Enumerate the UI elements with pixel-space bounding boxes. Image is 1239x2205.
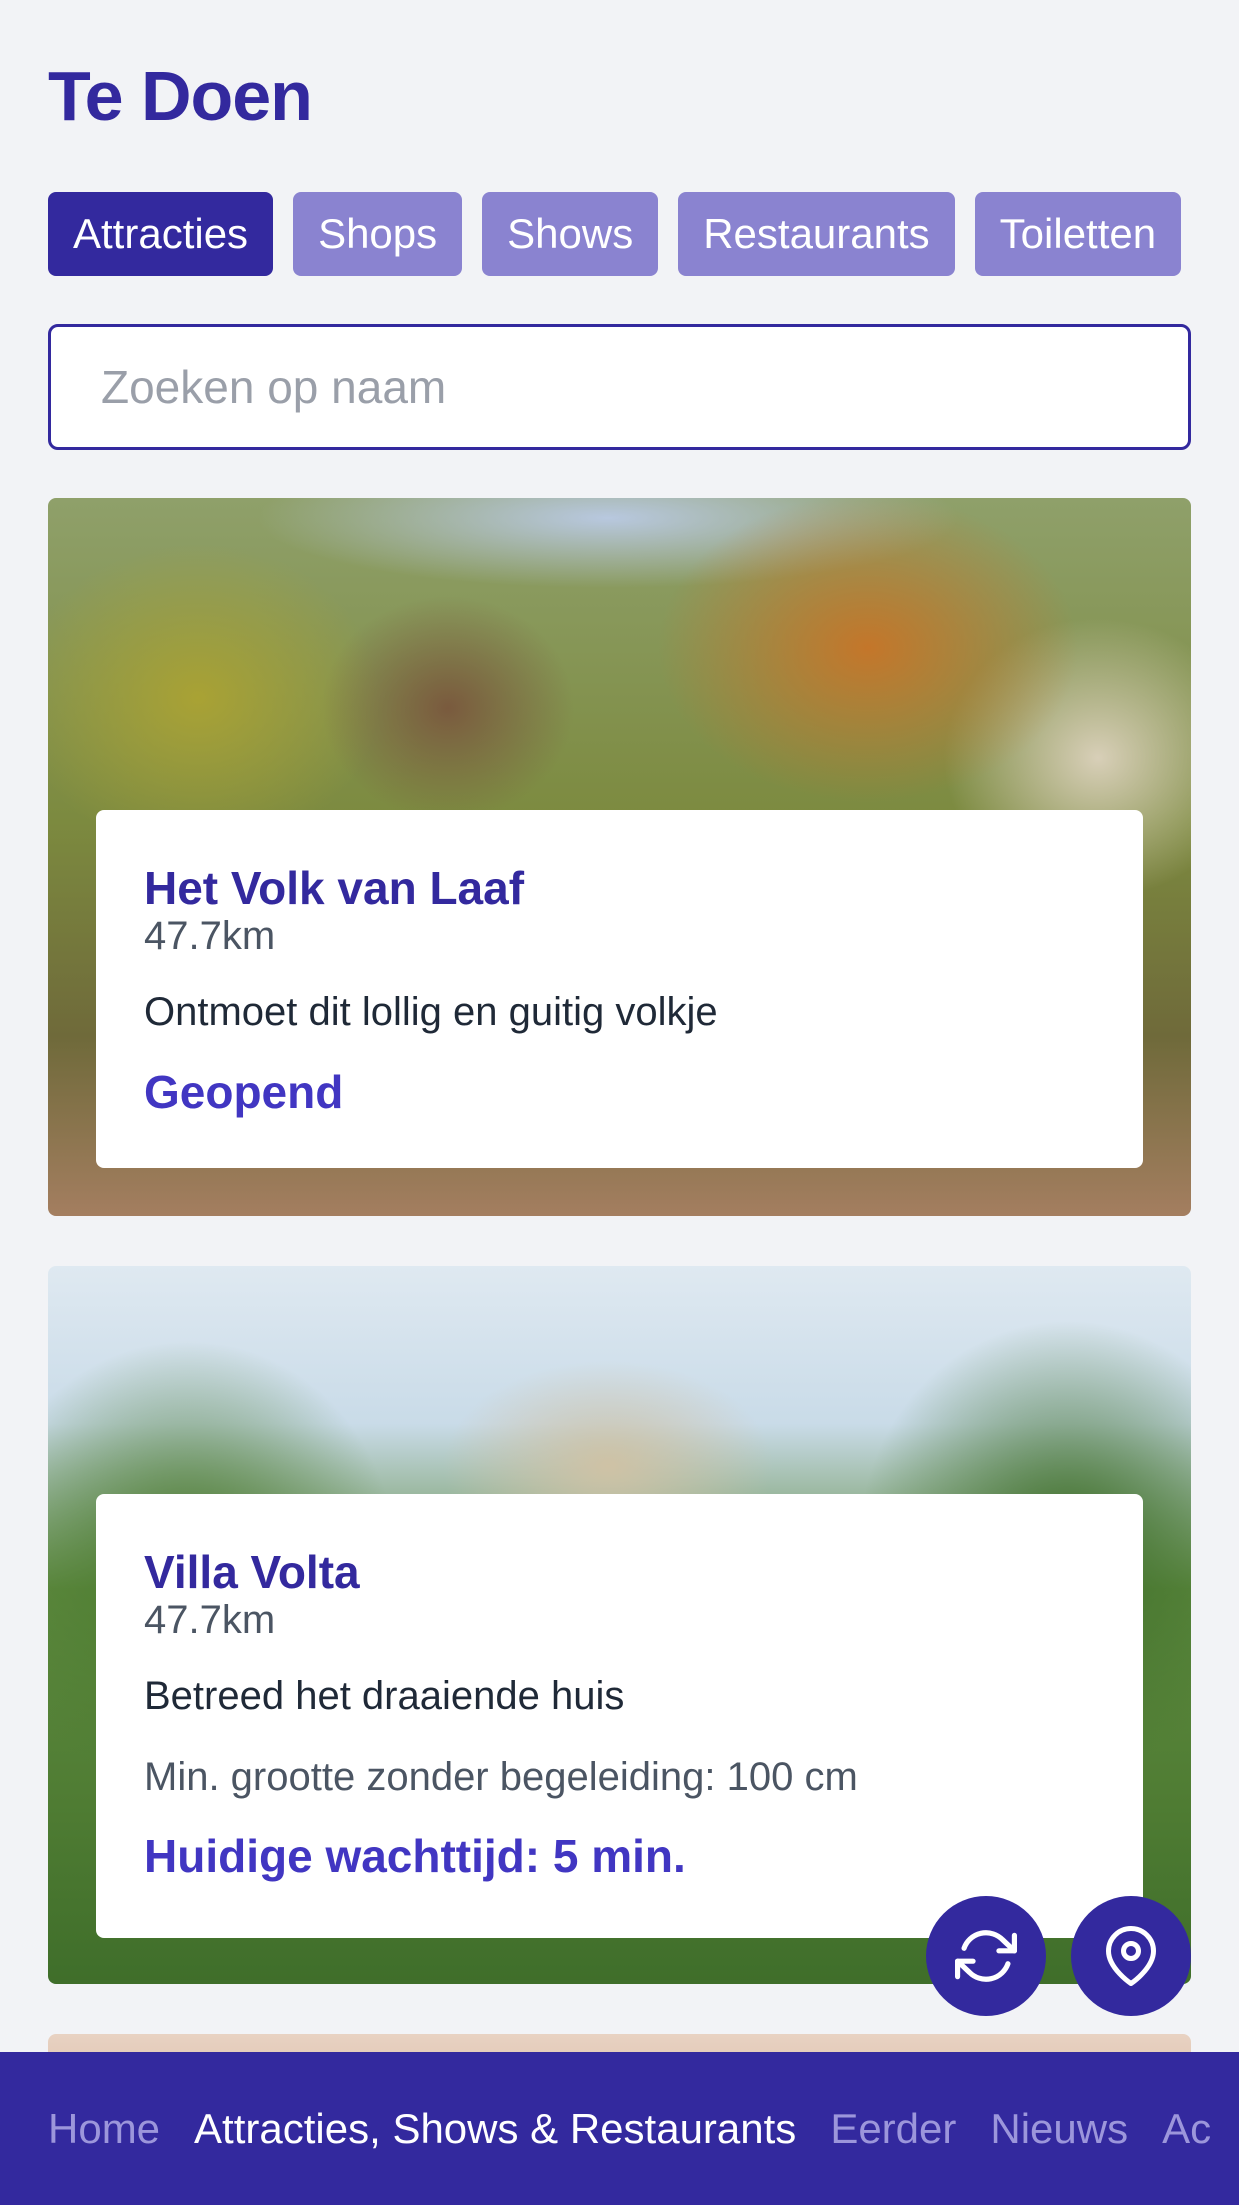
attraction-status: Geopend: [144, 1066, 344, 1118]
tab-toiletten[interactable]: Toiletten: [974, 192, 1182, 276]
attraction-distance: 47.7km: [144, 1598, 276, 1642]
attraction-min-height: Min. grootte zonder begeleiding: 100 cm: [144, 1755, 858, 1799]
attraction-distance: 47.7km: [144, 914, 276, 958]
nav-item-nieuws[interactable]: Nieuws: [990, 2052, 1128, 2205]
attraction-name: Villa Volta: [144, 1546, 360, 1598]
tab-shows[interactable]: Shows: [482, 192, 659, 276]
category-tabs: Attracties Shops Shows Restaurants Toiletten: [48, 192, 1191, 276]
attraction-card[interactable]: Het Volk van Laaf 47.7km Ontmoet dit lol…: [48, 498, 1191, 1216]
search-input[interactable]: [48, 324, 1191, 450]
location-button[interactable]: [1071, 1896, 1191, 2016]
location-pin-icon: [1106, 1926, 1156, 1986]
attraction-card[interactable]: Villa Volta 47.7km Betreed het draaiende…: [48, 1266, 1191, 1984]
attraction-info-panel: Villa Volta 47.7km Betreed het draaiende…: [96, 1494, 1143, 1938]
nav-item-home[interactable]: Home: [48, 2052, 160, 2205]
page-title: Te Doen: [48, 57, 313, 135]
tab-shops[interactable]: Shops: [293, 192, 463, 276]
attraction-description: Betreed het draaiende huis: [144, 1674, 625, 1718]
refresh-icon: [955, 1930, 1017, 1982]
nav-item-ac[interactable]: Ac: [1162, 2052, 1211, 2205]
nav-item-eerder[interactable]: Eerder: [830, 2052, 956, 2205]
refresh-button[interactable]: [926, 1896, 1046, 2016]
attraction-name: Het Volk van Laaf: [144, 862, 525, 914]
bottom-navigation: Home Attracties, Shows & Restaurants Eerde…: [0, 2052, 1239, 2205]
tab-restaurants[interactable]: Restaurants: [678, 192, 955, 276]
tab-attracties[interactable]: Attracties: [48, 192, 274, 276]
attraction-wait-time: Huidige wachttijd: 5 min.: [144, 1830, 686, 1882]
attraction-info-panel: Het Volk van Laaf 47.7km Ontmoet dit lol…: [96, 810, 1143, 1168]
attraction-description: Ontmoet dit lollig en guitig volkje: [144, 990, 718, 1034]
screen: Te Doen Attracties Shops Shows Restaurants T…: [0, 0, 1239, 2205]
nav-item-attracties[interactable]: Attracties, Shows & Restaurants: [194, 2052, 796, 2205]
